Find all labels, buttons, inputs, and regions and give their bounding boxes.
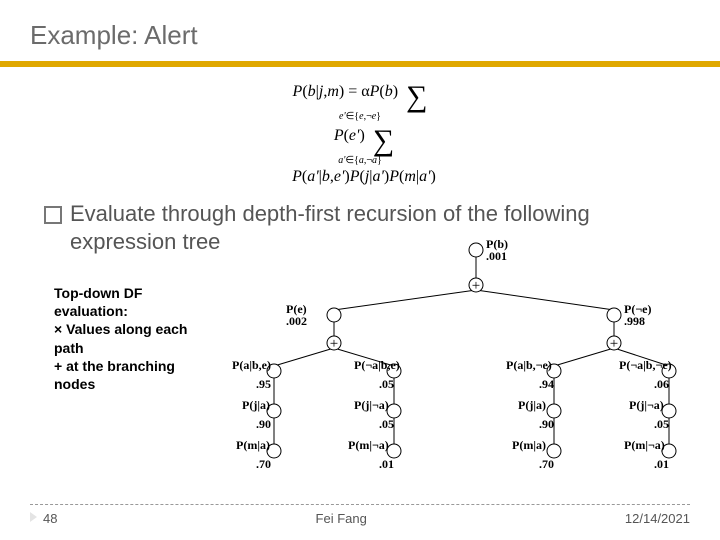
node-value: .001 xyxy=(486,249,507,263)
svg-text:P(m|a): P(m|a) xyxy=(512,438,546,452)
svg-text:.05: .05 xyxy=(654,417,669,431)
svg-text:+: + xyxy=(610,336,618,352)
svg-text:.01: .01 xyxy=(654,457,669,471)
note-line: evaluation: xyxy=(54,302,214,320)
svg-text:.70: .70 xyxy=(539,457,554,471)
note-line: nodes xyxy=(54,375,214,393)
svg-text:P(¬a|b,e): P(¬a|b,e) xyxy=(354,358,400,372)
checkbox-icon xyxy=(44,206,62,224)
svg-text:+: + xyxy=(330,336,338,352)
svg-text:P(¬a|b,¬e): P(¬a|b,¬e) xyxy=(619,358,672,372)
svg-text:.90: .90 xyxy=(256,417,271,431)
note-line: + at the branching xyxy=(54,357,214,375)
svg-text:+: + xyxy=(472,278,480,294)
svg-text:P(j|a): P(j|a) xyxy=(242,398,270,412)
page-number: 48 xyxy=(30,511,57,526)
svg-text:P(j|¬a): P(j|¬a) xyxy=(354,398,389,412)
svg-text:P(a|b,e): P(a|b,e) xyxy=(232,358,271,372)
note-line: × Values along each xyxy=(54,320,214,338)
triangle-icon xyxy=(30,512,37,522)
expression-tree: + + + P(b) .001 P(e) .002 P(¬e) .998 P(a… xyxy=(214,238,684,478)
svg-text:P(m|a): P(m|a) xyxy=(236,438,270,452)
svg-text:.94: .94 xyxy=(539,377,554,391)
topdown-note: Top-down DF evaluation: × Values along e… xyxy=(54,284,214,393)
svg-text:P(j|a): P(j|a) xyxy=(518,398,546,412)
date: 12/14/2021 xyxy=(625,511,690,526)
svg-text:.90: .90 xyxy=(539,417,554,431)
svg-text:P(a|b,¬e): P(a|b,¬e) xyxy=(506,358,552,372)
note-line: Top-down DF xyxy=(54,284,214,302)
svg-text:.998: .998 xyxy=(624,314,645,328)
svg-text:.002: .002 xyxy=(286,314,307,328)
svg-text:.01: .01 xyxy=(379,457,394,471)
svg-text:.05: .05 xyxy=(379,377,394,391)
svg-text:.70: .70 xyxy=(256,457,271,471)
title-rule xyxy=(0,61,720,67)
svg-text:.05: .05 xyxy=(379,417,394,431)
svg-text:P(m|¬a): P(m|¬a) xyxy=(348,438,389,452)
note-line: path xyxy=(54,339,214,357)
formula: P(b|j,m) = αP(b) ∑e'∈{e,¬e} P(e') ∑a'∈{a… xyxy=(0,79,720,186)
slide-title: Example: Alert xyxy=(0,0,720,57)
author: Fei Fang xyxy=(316,511,367,526)
svg-text:.06: .06 xyxy=(654,377,669,391)
footer: 48 Fei Fang 12/14/2021 xyxy=(30,504,690,526)
svg-text:P(j|¬a): P(j|¬a) xyxy=(629,398,664,412)
svg-text:P(m|¬a): P(m|¬a) xyxy=(624,438,665,452)
svg-text:.95: .95 xyxy=(256,377,271,391)
